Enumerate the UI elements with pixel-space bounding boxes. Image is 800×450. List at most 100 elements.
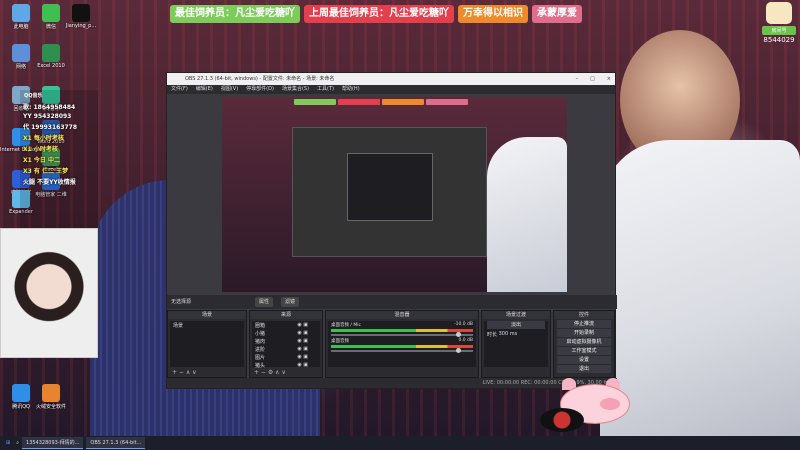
banner-item: 最佳饲养员：凡尘爱吃糖吖 — [170, 5, 300, 23]
menu-item[interactable]: 工具(T) — [317, 85, 334, 94]
track-name: 桌面音频 — [331, 339, 349, 344]
dock-title: 场景过渡 — [482, 311, 550, 319]
maximize-icon[interactable]: □ — [590, 73, 595, 85]
banner-item: 万幸得以相识 — [458, 5, 528, 23]
desktop-icon[interactable]: Excel 2010 — [30, 44, 72, 69]
source-item[interactable]: 圈箱 ◉ ▣ — [252, 321, 320, 329]
desktop-icon-label: Jianying_p... — [65, 23, 97, 29]
transition-select[interactable]: 淡出 — [487, 321, 545, 329]
pig-sticker — [540, 378, 640, 438]
obs-title: OBS 27.1.3 (64-bit, windows) - 配置文件: 未命名… — [185, 76, 335, 82]
qq-title: QQ音乐 — [24, 93, 43, 99]
room-id: 8544029 — [763, 36, 795, 44]
app-icon — [42, 4, 60, 22]
eye-icon[interactable]: ◉ ▣ — [297, 362, 308, 368]
eye-icon[interactable]: ◉ ▣ — [297, 354, 308, 360]
eye-icon[interactable]: ◉ ▣ — [297, 330, 308, 336]
duration-label: 时长 — [487, 331, 498, 338]
qq-line: X1 小时考核 — [23, 146, 58, 153]
source-label: 进阶 — [255, 346, 266, 353]
search-icon[interactable]: ⌕ — [16, 440, 19, 446]
menu-item[interactable]: 编辑(E) — [196, 85, 213, 94]
transitions-dock: 场景过渡 淡出 时长 300 ms — [481, 310, 551, 378]
app-icon — [42, 44, 60, 62]
nested-obs-window-inner — [347, 153, 433, 221]
desktop-icon-label: Excel 2010 — [37, 63, 65, 69]
no-source-label: 无选择源 — [171, 299, 192, 305]
filters-button[interactable]: 滤镜 — [281, 297, 300, 307]
room-tag: 房间号 — [762, 26, 796, 35]
sources-dock: 来源 圈箱 ◉ ▣ 小猪 ◉ ▣ 猪肉 ◉ ▣ 进阶 ◉ ▣ 图片 ◉ ▣ 猪头 ◉ ▣ + − ⚙ … — [249, 310, 323, 378]
control-button[interactable]: 退出 — [557, 365, 611, 373]
source-label: 图片 — [255, 354, 266, 361]
track-db: 0.0 dB — [458, 338, 473, 343]
taskbar: ⊞ ⌕ 1354328093-拜情的... OBS 27.1.3 (64-bit… — [0, 436, 800, 450]
track-name: 桌面音频 / Mic — [331, 323, 361, 328]
app-icon — [12, 384, 30, 402]
menu-item[interactable]: 文件(F) — [171, 85, 188, 94]
control-button[interactable]: 设置 — [557, 356, 611, 364]
banner-item: 上周最佳饲养员：凡尘爱吃糖吖 — [304, 5, 454, 23]
duration-input[interactable]: 300 ms — [499, 331, 518, 337]
menu-item[interactable]: 视图(V) — [221, 85, 238, 94]
menu-item[interactable]: 帮助(H) — [342, 85, 360, 94]
source-item[interactable]: 猪肉 ◉ ▣ — [252, 337, 320, 345]
obs-menubar: 文件(F) 编辑(E) 视图(V) 停靠部件(D) 场景集合(S) 工具(T) … — [167, 85, 615, 94]
close-icon[interactable]: × — [607, 73, 611, 85]
control-button[interactable]: 停止推流 — [557, 320, 611, 328]
eye-icon[interactable]: ◉ ▣ — [297, 346, 308, 352]
qq-line: X1 今日 中二 — [23, 157, 60, 164]
properties-button[interactable]: 属性 — [255, 297, 274, 307]
control-button[interactable]: 工作室模式 — [557, 347, 611, 355]
control-button[interactable]: 开始录制 — [557, 329, 611, 337]
eye-icon[interactable]: ◉ ▣ — [297, 322, 308, 328]
qq-line: X1 每小时考核 — [23, 135, 64, 142]
app-icon — [42, 384, 60, 402]
volume-slider[interactable] — [331, 348, 473, 353]
source-item[interactable]: 进阶 ◉ ▣ — [252, 345, 320, 353]
obs-window[interactable]: OBS 27.1.3 (64-bit, windows) - 配置文件: 未命名… — [166, 72, 617, 389]
mixer-track: 桌面音频 / Mic -10.0 dB — [328, 321, 476, 337]
app-icon — [72, 4, 90, 22]
windows-start-icon[interactable]: ⊞ — [0, 440, 16, 446]
audio-meter — [331, 329, 473, 332]
menu-item[interactable]: 场景集合(S) — [282, 85, 309, 94]
dock-title: 场景 — [168, 311, 246, 319]
source-toolbar: 无选择源 属性 滤镜 — [167, 295, 617, 309]
qq-line: 火腿 不要YY收情报 — [23, 179, 76, 186]
qq-line: X3 有 仁二 王梦 — [23, 168, 69, 175]
audio-meter — [331, 345, 473, 348]
mixer-dock: 混音器 桌面音频 / Mic -10.0 dB 桌面音频 0.0 dB — [325, 310, 479, 378]
controls-dock: 控件 停止推流 开始录制 启动虚拟摄像机 工作室模式 设置 退出 — [553, 310, 615, 378]
app-icon — [12, 44, 30, 62]
duration-row: 时长 300 ms — [484, 330, 548, 338]
source-item[interactable]: 图片 ◉ ▣ — [252, 353, 320, 361]
qq-line: YY 954328093 — [23, 113, 72, 120]
qq-line: 代 19993163778 — [23, 124, 78, 131]
control-button[interactable]: 启动虚拟摄像机 — [557, 338, 611, 346]
scenes-dock: 场景 场景 + − ∧ ∨ — [167, 310, 247, 378]
obs-titlebar[interactable]: OBS 27.1.3 (64-bit, windows) - 配置文件: 未命名… — [167, 73, 615, 85]
qq-line: 歌: 1864958484 — [23, 104, 76, 111]
desktop-icon[interactable]: Jianying_p... — [60, 4, 102, 29]
dock-toolbar[interactable]: + − ⚙ ∧ ∨ — [250, 369, 322, 377]
banner-item: 承蒙厚爱 — [532, 5, 582, 23]
source-label: 猪头 — [255, 362, 266, 369]
scene-item[interactable]: 场景 — [170, 321, 244, 329]
eye-icon[interactable]: ◉ ▣ — [297, 338, 308, 344]
track-db: -10.0 dB — [453, 322, 473, 327]
obs-preview[interactable] — [222, 97, 567, 292]
nested-jacket — [487, 137, 567, 292]
mixer-track: 桌面音频 0.0 dB — [328, 337, 476, 353]
streamer-badge: 房间号 8544029 — [762, 2, 796, 44]
volume-slider[interactable] — [331, 332, 473, 337]
taskbar-item[interactable]: 1354328093-拜情的... — [22, 437, 84, 449]
app-icon — [12, 4, 30, 22]
source-item[interactable]: 小猪 ◉ ▣ — [252, 329, 320, 337]
dock-toolbar[interactable]: + − ∧ ∨ — [168, 369, 246, 377]
menu-item[interactable]: 停靠部件(D) — [246, 85, 274, 94]
taskbar-item[interactable]: OBS 27.1.3 (64-bit... — [86, 437, 146, 449]
minimize-icon[interactable]: – — [576, 73, 579, 85]
desktop-icon[interactable]: 火绒安全软件 — [30, 384, 72, 410]
source-item[interactable]: 猪头 ◉ ▣ — [252, 361, 320, 369]
